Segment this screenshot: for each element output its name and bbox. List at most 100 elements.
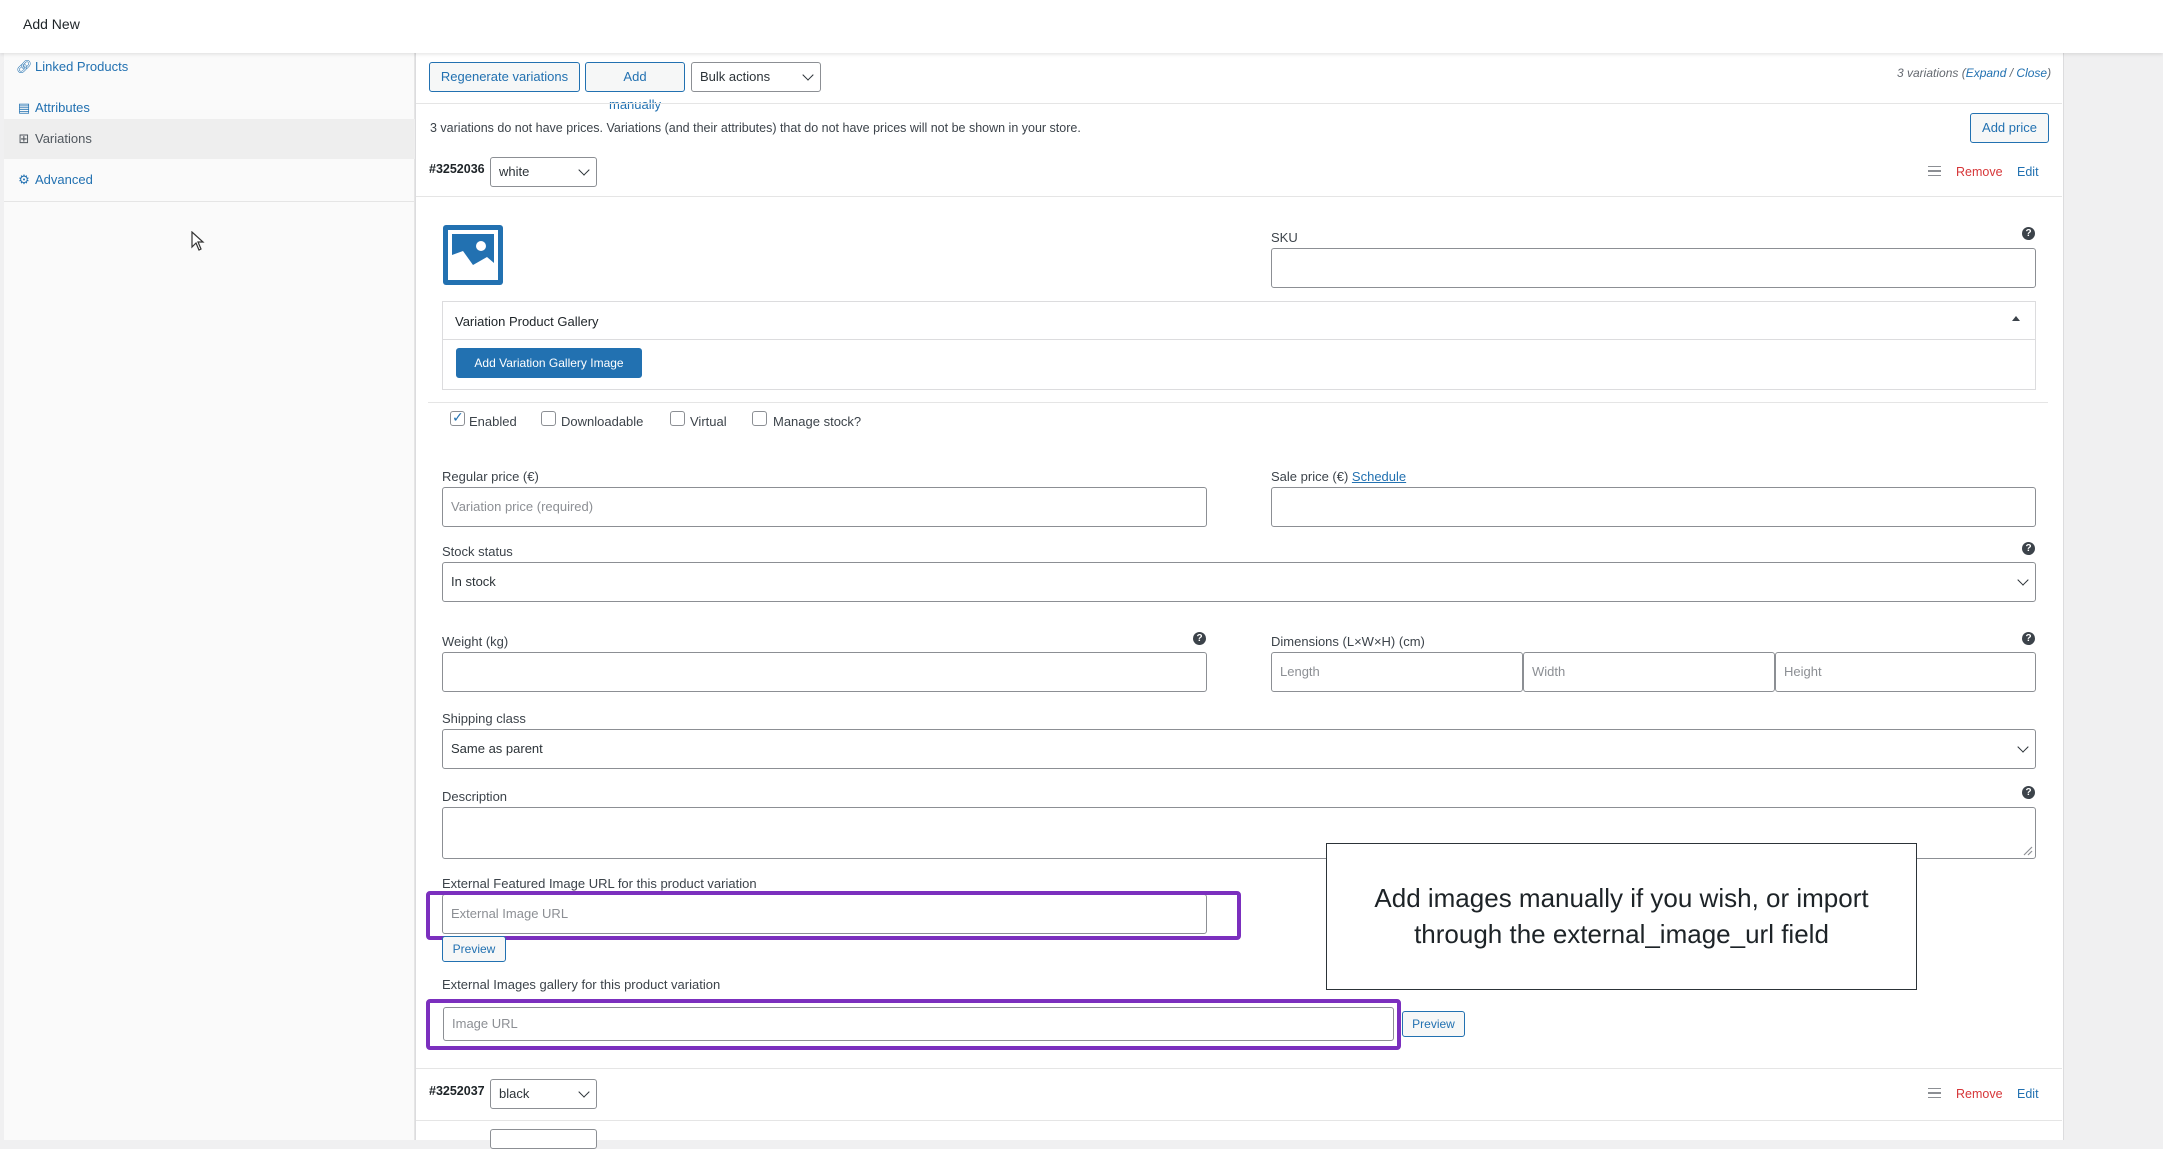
gallery-title: Variation Product Gallery (455, 314, 599, 329)
help-icon[interactable]: ? (2022, 542, 2035, 555)
remove-link[interactable]: Remove (1956, 165, 2003, 179)
length-input[interactable]: Length (1271, 652, 1523, 692)
tab-label: Attributes (35, 100, 90, 115)
help-icon[interactable]: ? (2022, 227, 2035, 240)
description-label: Description (442, 789, 508, 804)
width-input[interactable]: Width (1523, 652, 1775, 692)
variations-count: 3 variations (Expand / Close) (1897, 66, 2051, 80)
virtual-label: Virtual (690, 414, 727, 429)
drag-handle-icon[interactable] (1928, 1088, 1941, 1098)
close-link[interactable]: Close (2016, 66, 2047, 80)
separator-text: / (2006, 66, 2017, 80)
highlight-box (426, 999, 1401, 1050)
variation-attribute-select[interactable]: white (490, 157, 597, 187)
bulk-actions-select[interactable]: Bulk actions (691, 62, 821, 92)
external-featured-image-label: External Featured Image URL for this pro… (442, 876, 757, 891)
variation-id: #3252037 (429, 1084, 485, 1098)
enabled-checkbox[interactable] (450, 409, 465, 426)
bulk-actions-value: Bulk actions (700, 69, 771, 84)
regenerate-variations-button[interactable]: Regenerate variations (429, 62, 580, 92)
sale-price-label-text: Sale price (€) (1271, 469, 1352, 484)
downloadable-checkbox[interactable] (541, 411, 556, 426)
image-placeholder-icon (448, 230, 498, 280)
regular-price-input[interactable]: Variation price (required) (442, 487, 1207, 527)
chevron-down-icon (2017, 741, 2029, 753)
page-title: Add New (23, 16, 80, 32)
shipping-class-select[interactable]: Same as parent (442, 729, 2036, 769)
virtual-checkbox[interactable] (670, 411, 685, 426)
divider (416, 196, 2062, 197)
weight-input[interactable] (442, 652, 1207, 692)
add-manually-button[interactable]: Add manually (585, 62, 685, 112)
variation-gallery-box: Variation Product Gallery Add Variation … (442, 301, 2036, 390)
tab-variations[interactable]: ⊞ Variations (4, 119, 415, 159)
add-price-button[interactable]: Add price (1970, 113, 2049, 143)
chevron-down-icon (578, 1086, 590, 1098)
tab-advanced[interactable]: ⚙ Advanced (4, 160, 415, 200)
variations-count-text: 3 variations ( (1897, 66, 1966, 80)
manage-stock-label: Manage stock? (773, 414, 862, 429)
attribute-value: white (499, 164, 530, 179)
product-data-tabs: 🔗︎ Linked Products ▤ Attributes ⊞ Variat… (4, 53, 415, 1140)
chevron-down-icon (802, 69, 814, 81)
divider (416, 103, 2062, 104)
divider (416, 1068, 2062, 1069)
attribute-value: black (499, 1086, 530, 1101)
variation-attribute-select-partial[interactable] (490, 1129, 597, 1149)
shipping-class-value: Same as parent (451, 741, 543, 756)
external-gallery-label: External Images gallery for this product… (442, 977, 721, 992)
schedule-link[interactable]: Schedule (1352, 469, 1406, 484)
right-gutter (2063, 53, 2163, 1140)
tab-linked-products[interactable]: 🔗︎ Linked Products (4, 47, 415, 87)
divider (428, 402, 2048, 403)
dimensions-label: Dimensions (L×W×H) (cm) (1271, 634, 1425, 649)
chevron-down-icon (578, 164, 590, 176)
tab-label: Advanced (35, 172, 93, 187)
variation-image-upload[interactable] (443, 225, 503, 285)
resize-handle-icon[interactable] (2021, 844, 2033, 856)
variation-id: #3252036 (429, 162, 485, 176)
divider (443, 339, 2035, 340)
help-icon[interactable]: ? (2022, 786, 2035, 799)
downloadable-label: Downloadable (561, 414, 644, 429)
mouse-cursor-icon (191, 231, 205, 251)
paren-text: ) (2047, 66, 2052, 80)
shipping-class-label: Shipping class (442, 711, 526, 726)
top-bar: Add New (0, 0, 2163, 53)
expand-link[interactable]: Expand (1966, 66, 2007, 80)
link-icon: 🔗︎ (16, 59, 33, 74)
stock-status-select[interactable]: In stock (442, 562, 2036, 602)
table-icon: ▤ (17, 100, 31, 115)
tab-label: Linked Products (35, 59, 129, 74)
help-icon[interactable]: ? (1193, 632, 1206, 645)
sku-input[interactable] (1271, 248, 2036, 288)
collapse-arrow-icon[interactable] (2012, 316, 2020, 321)
no-price-notice: 3 variations do not have prices. Variati… (430, 121, 1081, 135)
edit-link[interactable]: Edit (2017, 165, 2039, 179)
grid-icon: ⊞ (18, 131, 30, 146)
sku-label: SKU (1271, 230, 1298, 245)
help-icon[interactable]: ? (2022, 632, 2035, 645)
manage-stock-checkbox[interactable] (752, 411, 767, 426)
sale-price-label: Sale price (€) Schedule (1271, 469, 1406, 484)
chevron-down-icon (2017, 574, 2029, 586)
sale-price-input[interactable] (1271, 487, 2036, 527)
enabled-label: Enabled (469, 414, 517, 429)
annotation-callout: Add images manually if you wish, or impo… (1326, 843, 1917, 990)
highlight-box (426, 891, 1241, 940)
remove-link[interactable]: Remove (1956, 1087, 2003, 1101)
variation-attribute-select[interactable]: black (490, 1079, 597, 1109)
height-input[interactable]: Height (1775, 652, 2036, 692)
regular-price-label: Regular price (€) (442, 469, 539, 484)
edit-link[interactable]: Edit (2017, 1087, 2039, 1101)
divider (416, 1120, 2062, 1121)
weight-label: Weight (kg) (442, 634, 509, 649)
preview-button[interactable]: Preview (442, 936, 506, 962)
divider (4, 201, 415, 202)
preview-gallery-button[interactable]: Preview (1402, 1011, 1465, 1037)
drag-handle-icon[interactable] (1928, 166, 1941, 176)
add-variation-gallery-image-button[interactable]: Add Variation Gallery Image (456, 348, 642, 378)
stock-status-label: Stock status (442, 544, 513, 559)
gear-icon: ⚙ (18, 172, 30, 187)
tab-label: Variations (35, 131, 92, 146)
